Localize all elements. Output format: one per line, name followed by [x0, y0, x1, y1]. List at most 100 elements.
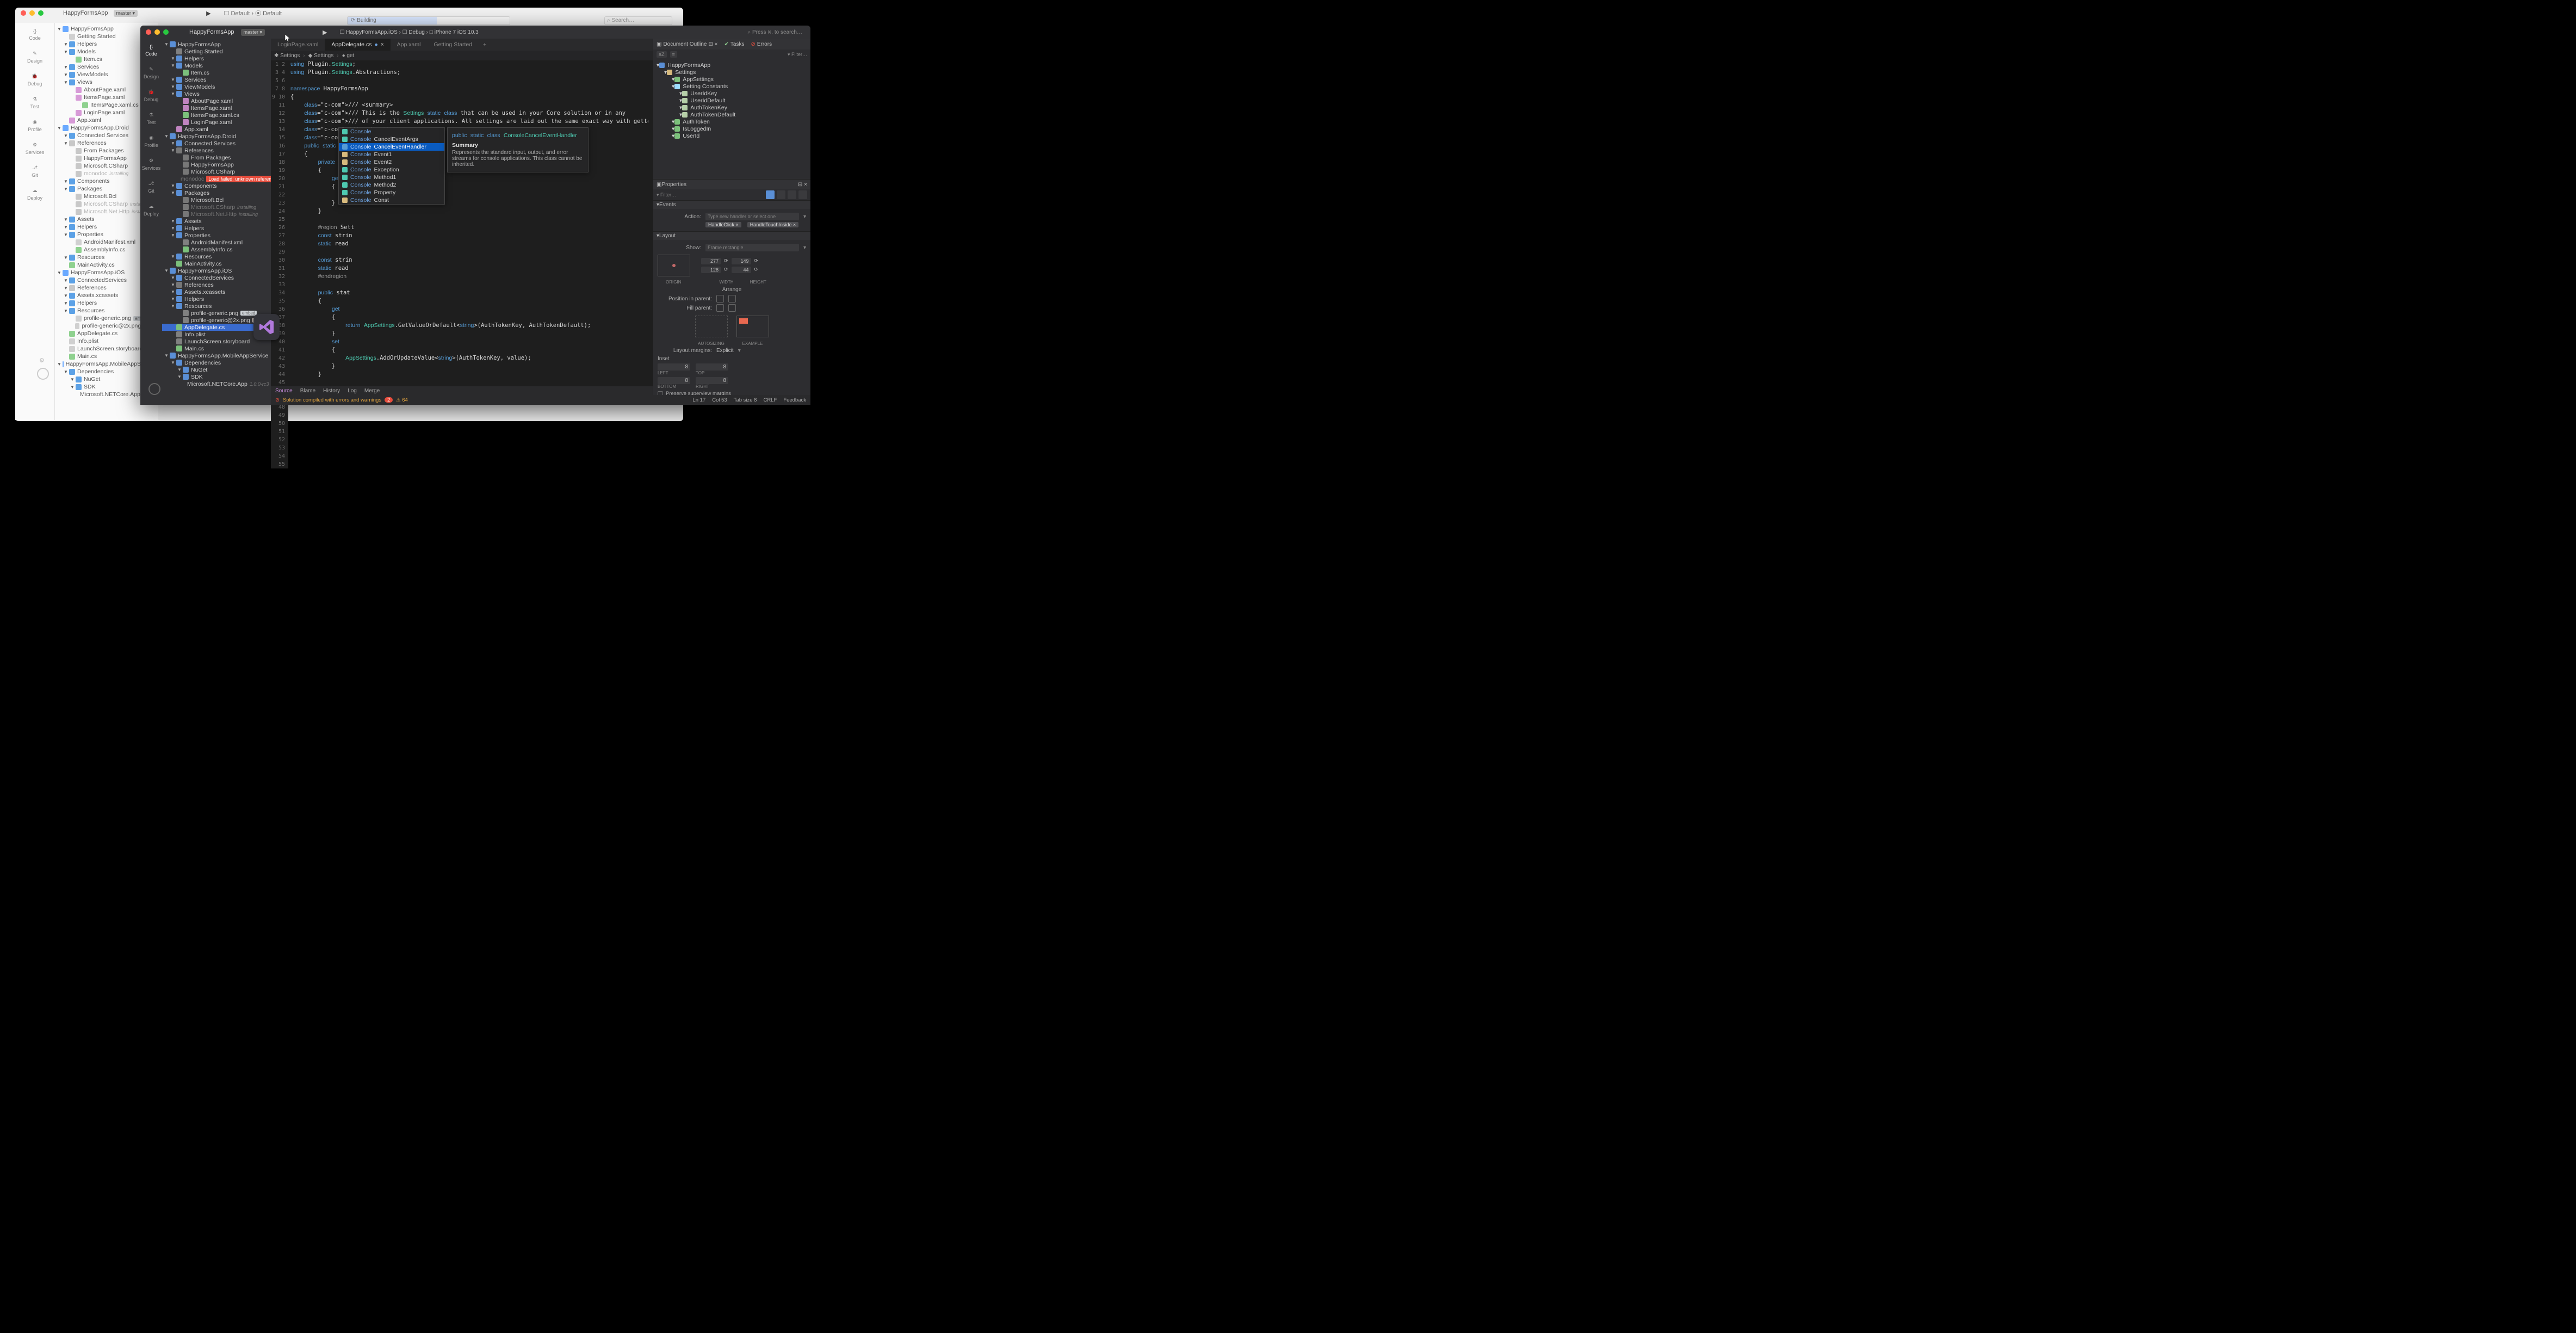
tree-item[interactable]: ▼Resources	[162, 253, 271, 260]
outline-filter[interactable]: ▾ Filter…	[788, 52, 807, 58]
footer-tab-history[interactable]: History	[323, 388, 340, 394]
tree-item[interactable]: ▼SDK	[162, 373, 271, 380]
editor-tabs[interactable]: LoginPage.xamlAppDelegate.cs ● ×App.xaml…	[271, 39, 653, 51]
tree-item[interactable]: ItemsPage.xaml.cs	[162, 112, 271, 119]
error-count[interactable]: 2	[385, 397, 393, 403]
breadcrumb-item[interactable]: ◆ Settings	[308, 53, 334, 59]
breadcrumb[interactable]: ✱ Settings›◆ Settings›● get	[271, 51, 653, 60]
breadcrumb-item[interactable]: ● get	[342, 53, 355, 59]
intellisense-item[interactable]: ConsoleException	[339, 166, 444, 174]
properties-filter[interactable]: ▾ Filter…	[657, 192, 676, 198]
right-panel-tabs[interactable]: ▣ Document Outline ⊟ × ✔ Tasks ⊘ Errors	[653, 39, 810, 50]
outline-item[interactable]: ▾UserIdDefault	[653, 97, 810, 104]
h-field[interactable]: 44	[732, 267, 751, 273]
tree-item[interactable]: ▼Models	[162, 62, 271, 69]
tree-item[interactable]: ▼Helpers	[162, 295, 271, 303]
run-config[interactable]: ☐ HappyFormsApp.iOS › ☐ Debug › □ iPhone…	[340, 29, 479, 35]
tree-item[interactable]: LaunchScreen.storyboard	[162, 338, 271, 345]
tree-item[interactable]: MainActivity.cs	[162, 260, 271, 267]
outline-item[interactable]: ▾HappyFormsApp	[653, 61, 810, 69]
outline-tree[interactable]: ▾HappyFormsApp▾Settings▾AppSettings▾Sett…	[653, 59, 810, 141]
origin-diagram[interactable]	[658, 255, 690, 276]
tab-tasks[interactable]: ✔ Tasks	[725, 41, 745, 47]
tree-item[interactable]: ▼Dependencies	[162, 359, 271, 366]
tree-item[interactable]: ▼Resources	[162, 303, 271, 310]
inset-bottom[interactable]: 8	[658, 377, 690, 384]
outline-item[interactable]: ▾AuthTokenDefault	[653, 111, 810, 118]
tree-item[interactable]: ItemsPage.xaml	[162, 104, 271, 112]
sidebar-test[interactable]: ⚗Test	[147, 112, 156, 125]
action-input[interactable]: Type new handler or select one	[705, 213, 799, 220]
outline-item[interactable]: ▾AppSettings	[653, 76, 810, 83]
tree-item[interactable]: ▼ConnectedServices	[162, 274, 271, 281]
sidebar-code[interactable]: {}Code	[145, 44, 157, 57]
sidebar-profile[interactable]: ◉Profile	[28, 119, 42, 132]
sidebar-git[interactable]: ⎇Git	[148, 181, 154, 194]
intellisense-item[interactable]: ConsoleEvent2	[339, 158, 444, 166]
intellisense-item[interactable]: ConsoleProperty	[339, 189, 444, 196]
outline-item[interactable]: ▾AuthToken	[653, 118, 810, 125]
tree-item[interactable]: Microsoft.Bcl	[162, 196, 271, 203]
tree-item[interactable]: monodocLoad failed: unknown reference	[162, 175, 271, 182]
dark-solution-tree[interactable]: ▼HappyFormsAppGetting Started▼Helpers▼Mo…	[162, 39, 271, 405]
view-other-icon[interactable]	[798, 190, 807, 199]
intellisense-popup[interactable]: ConsoleConsoleCancelEventArgsConsoleCanc…	[338, 127, 445, 205]
tree-item[interactable]: ▼Helpers	[162, 55, 271, 62]
outline-toolbar[interactable]: aZ ≡ ▾ Filter…	[653, 50, 810, 59]
intellisense-item[interactable]: ConsoleCancelEventArgs	[339, 135, 444, 143]
section-events[interactable]: ▾ Events	[653, 200, 810, 209]
tree-item[interactable]: Microsoft.Net.Httpinstalling	[162, 211, 271, 218]
editor-footer-tabs[interactable]: SourceBlameHistoryLogMerge	[271, 386, 653, 395]
show-select[interactable]: Frame rectangle	[705, 244, 799, 251]
intellisense-item[interactable]: ConsoleMethod1	[339, 174, 444, 181]
tree-item[interactable]: ▼Helpers	[162, 225, 271, 232]
run-button[interactable]: ▶	[206, 10, 210, 17]
close-icon[interactable]	[21, 10, 26, 16]
footer-tab-source[interactable]: Source	[275, 388, 293, 394]
tree-item[interactable]: ▼HappyFormsApp.MobileAppService	[162, 352, 271, 359]
tree-item[interactable]: ▼HappyFormsApp	[162, 41, 271, 48]
search-input[interactable]: ⌕ Search…	[604, 16, 672, 25]
tree-item[interactable]: HappyFormsApp	[162, 161, 271, 168]
tree-item[interactable]: From Packages	[162, 154, 271, 161]
tree-item[interactable]: Microsoft.CSharpinstalling	[162, 203, 271, 211]
tree-item[interactable]: Main.cs	[162, 345, 271, 352]
tree-item[interactable]: AboutPage.xaml	[162, 97, 271, 104]
sidebar-services[interactable]: ⚙Services	[142, 158, 161, 171]
close-icon[interactable]	[146, 29, 151, 35]
autosizing-diagram[interactable]	[695, 316, 728, 337]
outline-item[interactable]: ▾UserId	[653, 132, 810, 139]
sidebar-design[interactable]: ✎Design	[27, 51, 42, 64]
intellisense-item[interactable]: ConsoleEvent1	[339, 151, 444, 158]
fip-btn[interactable]	[728, 304, 736, 312]
sidebar-profile[interactable]: ◉Profile	[144, 135, 158, 148]
outline-item[interactable]: ▾UserIdKey	[653, 90, 810, 97]
pip-btn[interactable]	[728, 295, 736, 303]
tree-item[interactable]: Item.cs	[162, 69, 271, 76]
sidebar-design[interactable]: ✎Design	[144, 66, 159, 79]
tab-loginpage-xaml[interactable]: LoginPage.xaml	[271, 39, 325, 51]
tree-item[interactable]: ▼Connected Services	[162, 140, 271, 147]
tree-item[interactable]: Getting Started	[162, 48, 271, 55]
tree-item[interactable]: AssemblyInfo.cs	[162, 246, 271, 253]
tree-item[interactable]: Microsoft.NETCore.App1.0.0-rc3	[162, 380, 271, 387]
tree-item[interactable]: ▼ViewModels	[162, 83, 271, 90]
tree-item[interactable]: AndroidManifest.xml	[162, 239, 271, 246]
intellisense-item[interactable]: Console	[339, 128, 444, 135]
intellisense-item[interactable]: ConsoleMethod2	[339, 181, 444, 189]
inset-top[interactable]: 8	[696, 363, 728, 371]
tree-item[interactable]: App.xaml	[162, 126, 271, 133]
search-tip[interactable]: ⌕ Press ⌘. to search…	[748, 29, 802, 35]
footer-tab-log[interactable]: Log	[348, 388, 357, 394]
outline-item[interactable]: ▾AuthTokenKey	[653, 104, 810, 111]
section-layout[interactable]: ▾ Layout	[653, 231, 810, 240]
feedback-button[interactable]: Feedback	[783, 397, 806, 403]
add-tab-button[interactable]: +	[479, 41, 491, 48]
margins-select[interactable]: Explicit	[716, 348, 734, 354]
tree-item[interactable]: ▼Components	[162, 182, 271, 189]
tab-app-xaml[interactable]: App.xaml	[391, 39, 428, 51]
run-button[interactable]: ▶	[323, 29, 327, 36]
tab-size[interactable]: Tab size 8	[734, 397, 757, 403]
gear-icon[interactable]: ⚙	[39, 357, 49, 367]
sort-az-icon[interactable]: aZ	[657, 51, 667, 58]
